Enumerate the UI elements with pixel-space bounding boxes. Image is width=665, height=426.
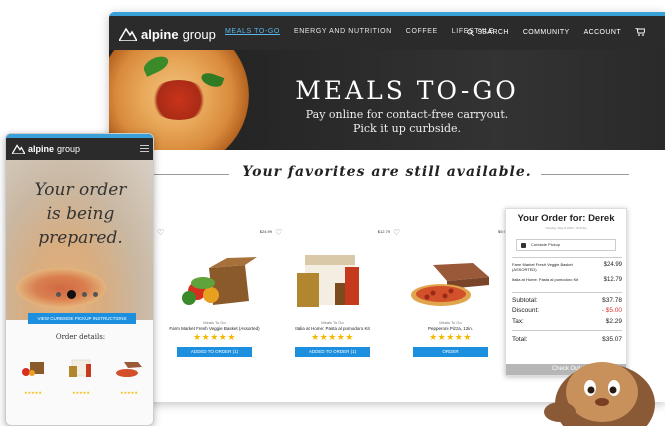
- product-category: Meals To Go: [321, 320, 344, 325]
- product-category: Meals To Go: [439, 320, 462, 325]
- total-label: Total:: [512, 336, 528, 343]
- mountain-logo-icon: [119, 27, 137, 41]
- product-name[interactable]: Pepperoni Pizza, 12in.: [393, 326, 508, 331]
- pasta-kit-image: [69, 359, 91, 377]
- hero-subtitle-line2: Pick it up curbside.: [352, 122, 462, 135]
- mobile-hero: Your order is being prepared. VIEW CURBS…: [6, 160, 153, 324]
- hamburger-menu-icon[interactable]: [140, 145, 149, 152]
- pizza-image: [116, 362, 142, 377]
- order-item-thumb[interactable]: ★★★★★: [62, 350, 100, 400]
- hero-subtitle-line1: Pay online for contact-free carryout.: [305, 108, 509, 121]
- carousel-dot[interactable]: [93, 292, 98, 297]
- tax-value: $2.29: [605, 318, 622, 325]
- brand-name-bold: alpine: [141, 26, 179, 42]
- pasta-kit-image: [297, 255, 359, 307]
- product-name[interactable]: Italia at Home: Pasta al pomodoro Kit: [275, 326, 390, 331]
- mobile-window: alpine group Your order is being prepare…: [5, 133, 154, 426]
- brand-logo[interactable]: alpine group: [12, 144, 80, 154]
- rating-stars: ★★★★★: [193, 332, 236, 342]
- view-pickup-instructions-button[interactable]: VIEW CURBSIDE PICKUP INSTRUCTIONS: [28, 313, 136, 324]
- product-name[interactable]: Farm Market Fresh Veggie Basket (Assorte…: [157, 326, 272, 331]
- pizza-background-image: [16, 268, 106, 308]
- subtotal-value: $37.78: [602, 297, 622, 304]
- divider: [512, 257, 622, 258]
- divider-line: [541, 174, 629, 175]
- product-price: $24.99: [259, 229, 272, 234]
- divider: [512, 292, 622, 293]
- mascot-character-image: [544, 362, 655, 426]
- rating-stars: ★★★★★: [72, 390, 90, 395]
- hero-line: is being: [46, 204, 115, 224]
- item-name: Farm Market Fresh Veggie Basket (ASSORTE…: [512, 262, 573, 272]
- brand-name-bold: alpine: [28, 144, 55, 154]
- order-title: Your Order for: Derek: [517, 213, 615, 224]
- brand-logo[interactable]: alpine group: [119, 25, 216, 43]
- carousel-dot[interactable]: [56, 292, 61, 297]
- discount-label: Discount:: [512, 307, 540, 314]
- pickup-label: Curbside Pickup: [531, 242, 561, 247]
- add-to-order-button[interactable]: ADDED TO ORDER (1): [177, 347, 252, 357]
- item-price: $24.99: [603, 262, 622, 268]
- product-card: ♡ $9.99 Meals To Go Pepperoni Pizza, 12i…: [393, 228, 508, 378]
- cart-icon[interactable]: [635, 28, 645, 36]
- order-details-heading: Order details:: [55, 333, 106, 341]
- heart-icon[interactable]: ♡: [157, 228, 164, 237]
- order-item-thumb[interactable]: ★★★★★: [14, 350, 52, 400]
- search-icon[interactable]: [467, 28, 475, 36]
- carousel-dot[interactable]: [82, 292, 87, 297]
- order-item-thumb[interactable]: ★★★★★: [110, 350, 148, 400]
- divider: [512, 330, 622, 331]
- product-card: ♡ $24.99 Meals To Go Farm Market Fresh V…: [157, 228, 272, 378]
- hero-banner: MEALS TO-GO Pay online for contact-free …: [109, 50, 665, 150]
- subtotal-row: Subtotal: $37.78: [512, 297, 622, 304]
- product-card: ♡ $12.79 Meals To Go Italia at Home: Pas…: [275, 228, 390, 378]
- favorites-heading: Your favorites are still available.: [242, 164, 532, 180]
- heart-icon[interactable]: ♡: [393, 228, 400, 237]
- hero-line: prepared.: [38, 228, 123, 248]
- discount-value: - $5.00: [601, 307, 622, 314]
- item-price: $12.79: [603, 277, 622, 283]
- nav-search[interactable]: SEARCH: [477, 29, 509, 36]
- pickup-selector[interactable]: Curbside Pickup: [516, 239, 616, 251]
- desktop-window: alpine group MEALS TO-GO ENERGY AND NUTR…: [109, 12, 665, 402]
- carousel-dots: [56, 290, 98, 299]
- veggie-basket-image: [22, 362, 44, 376]
- car-icon: [521, 243, 526, 248]
- rating-stars: ★★★★★: [120, 390, 138, 395]
- tax-label: Tax:: [512, 318, 524, 325]
- nav-energy-nutrition[interactable]: ENERGY AND NUTRITION: [294, 28, 392, 35]
- rating-stars: ★★★★★: [429, 332, 472, 342]
- brand-name-thin: group: [57, 144, 81, 154]
- rating-stars: ★★★★★: [24, 390, 42, 395]
- subtotal-label: Subtotal:: [512, 297, 538, 304]
- nav-links: MEALS TO-GO ENERGY AND NUTRITION COFFEE …: [225, 28, 508, 35]
- total-value: $35.07: [602, 336, 622, 343]
- discount-row: Discount: - $5.00: [512, 307, 622, 314]
- nav-coffee[interactable]: COFFEE: [406, 28, 438, 35]
- carousel-dot-active[interactable]: [67, 290, 76, 299]
- hero-line: Your order: [34, 180, 127, 200]
- order-button[interactable]: ORDER: [413, 347, 488, 357]
- nav-meals-to-go[interactable]: MEALS TO-GO: [225, 28, 280, 35]
- tax-row: Tax: $2.29: [512, 318, 622, 325]
- nav-community[interactable]: COMMUNITY: [523, 29, 570, 36]
- order-summary-panel: Your Order for: Derek Tuesday, May 8 202…: [505, 208, 627, 376]
- mobile-nav: alpine group: [6, 134, 153, 160]
- nav-right: SEARCH COMMUNITY ACCOUNT: [467, 28, 645, 36]
- top-nav: alpine group MEALS TO-GO ENERGY AND NUTR…: [109, 12, 665, 50]
- product-price: $12.79: [377, 229, 390, 234]
- mountain-logo-icon: [12, 144, 25, 154]
- veggie-basket-image: [182, 257, 257, 305]
- brand-name-thin: group: [182, 26, 216, 42]
- add-to-order-button[interactable]: ADDED TO ORDER (1): [295, 347, 370, 357]
- hero-title: MEALS TO-GO: [295, 76, 519, 105]
- heart-icon[interactable]: ♡: [275, 228, 282, 237]
- product-category: Meals To Go: [203, 320, 226, 325]
- nav-account[interactable]: ACCOUNT: [584, 29, 621, 36]
- order-date: Tuesday, May 8 2020, 10:47am: [545, 226, 587, 230]
- item-name: Italia at Home: Pasta al pomodoro Kit: [512, 277, 579, 282]
- rating-stars: ★★★★★: [311, 332, 354, 342]
- pizza-image: [411, 263, 489, 306]
- total-row: Total: $35.07: [512, 336, 622, 343]
